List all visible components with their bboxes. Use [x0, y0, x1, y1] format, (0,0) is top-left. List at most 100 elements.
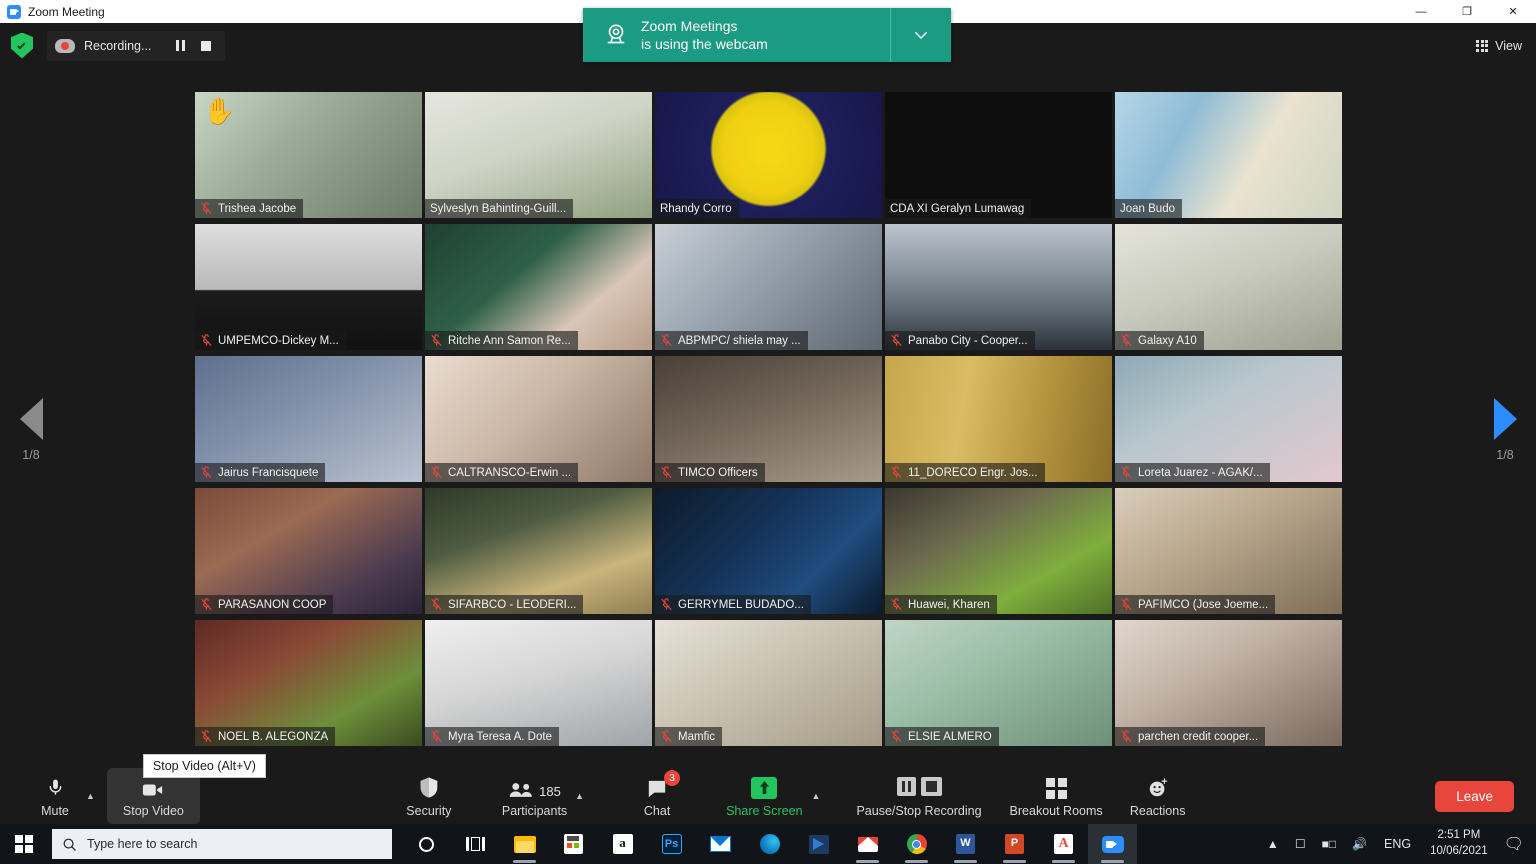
participant-tile[interactable]: Galaxy A10: [1115, 224, 1342, 350]
participant-tile[interactable]: Myra Teresa A. Dote: [425, 620, 652, 746]
next-page-control[interactable]: 1/8: [1477, 398, 1533, 462]
participant-tile[interactable]: ELSIE ALMERO: [885, 620, 1112, 746]
chevron-up-icon[interactable]: ▲: [1259, 837, 1287, 851]
participant-tile[interactable]: PAFIMCO (Jose Joeme...: [1115, 488, 1342, 614]
muted-microphone-icon: [660, 334, 673, 347]
chevron-left-icon: [19, 398, 43, 440]
participant-tile[interactable]: NOEL B. ALEGONZA: [195, 620, 422, 746]
participant-tile[interactable]: Panabo City - Cooper...: [885, 224, 1112, 350]
recording-controls-icons: [896, 775, 942, 799]
mute-button[interactable]: Mute: [26, 768, 84, 824]
camera-privacy-icon[interactable]: ☐: [1287, 837, 1314, 851]
participant-name: NOEL B. ALEGONZA: [218, 730, 329, 743]
participant-tile[interactable]: ABPMPC/ shiela may ...: [655, 224, 882, 350]
webcam-notification-toast[interactable]: Zoom Meetings is using the webcam: [583, 8, 951, 62]
amazon-icon[interactable]: a: [598, 824, 647, 864]
participant-tile[interactable]: parchen credit cooper...: [1115, 620, 1342, 746]
google-chrome-icon[interactable]: [892, 824, 941, 864]
breakout-grid-icon: [1045, 775, 1067, 799]
pause-icon[interactable]: [896, 777, 916, 796]
participant-tile[interactable]: SIFARBCO - LEODERI...: [425, 488, 652, 614]
close-button[interactable]: ✕: [1490, 0, 1536, 23]
participant-tile[interactable]: CDA XI Geralyn Lumawag: [885, 92, 1112, 218]
action-center-icon[interactable]: 🗨: [1498, 834, 1536, 854]
stop-recording-button[interactable]: [193, 31, 219, 61]
participant-name-bar: Rhandy Corro: [655, 199, 739, 218]
share-screen-button[interactable]: Share Screen: [726, 768, 803, 824]
clock[interactable]: 2:51 PM 10/06/2021: [1420, 828, 1498, 859]
participant-tile[interactable]: TIMCO Officers: [655, 356, 882, 482]
participant-tile[interactable]: Loreta Juarez - AGAK/...: [1115, 356, 1342, 482]
minimize-button[interactable]: —: [1398, 0, 1444, 23]
windows-start-icon[interactable]: [0, 824, 48, 864]
participant-tile[interactable]: 11_DORECO Engr. Jos...: [885, 356, 1112, 482]
view-label: View: [1495, 38, 1522, 53]
participant-name: CALTRANSCO-Erwin ...: [448, 466, 572, 479]
search-placeholder: Type here to search: [87, 837, 198, 851]
participant-name-bar: GERRYMEL BUDADO...: [655, 595, 811, 614]
mail-icon[interactable]: [696, 824, 745, 864]
pause-stop-recording-button[interactable]: Pause/Stop Recording: [856, 768, 982, 824]
security-button[interactable]: Security: [400, 768, 458, 824]
participant-tile[interactable]: Sylveslyn Bahinting-Guill...: [425, 92, 652, 218]
taskbar-app-list: a Ps W P A: [402, 824, 1137, 864]
pause-recording-button[interactable]: [167, 31, 193, 61]
participant-tile[interactable]: Mamfic: [655, 620, 882, 746]
participant-tile[interactable]: CALTRANSCO-Erwin ...: [425, 356, 652, 482]
participant-tile[interactable]: Jairus Francisquete: [195, 356, 422, 482]
participant-tile[interactable]: Joan Budo: [1115, 92, 1342, 218]
stop-video-button[interactable]: Stop Video Stop Video (Alt+V): [106, 754, 266, 824]
audio-control-group: Mute ▲: [26, 768, 95, 824]
muted-microphone-icon: [660, 598, 673, 611]
language-indicator[interactable]: ENG: [1375, 837, 1420, 851]
participant-tile[interactable]: PARASANON COOP: [195, 488, 422, 614]
audio-options-caret[interactable]: ▲: [86, 791, 95, 801]
powerpoint-icon[interactable]: P: [990, 824, 1039, 864]
battery-icon[interactable]: ■□: [1314, 837, 1345, 851]
stop-icon[interactable]: [920, 777, 942, 796]
photoshop-icon[interactable]: Ps: [647, 824, 696, 864]
reactions-button[interactable]: Reactions: [1129, 768, 1187, 824]
share-options-caret[interactable]: ▲: [812, 791, 821, 801]
participant-tile[interactable]: GERRYMEL BUDADO...: [655, 488, 882, 614]
volume-icon[interactable]: 🔊: [1344, 837, 1375, 851]
file-explorer-icon[interactable]: [500, 824, 549, 864]
participants-button[interactable]: 185 Participants: [502, 768, 567, 824]
vs-code-icon[interactable]: [794, 824, 843, 864]
maximize-button[interactable]: ❐: [1444, 0, 1490, 23]
cortana-icon[interactable]: [402, 824, 451, 864]
search-input[interactable]: Type here to search: [52, 829, 392, 859]
muted-microphone-icon: [890, 334, 903, 347]
chat-button[interactable]: 3 Chat: [628, 768, 686, 824]
page-indicator-right: 1/8: [1496, 448, 1514, 462]
muted-microphone-icon: [430, 466, 443, 479]
stop-icon: [201, 40, 212, 51]
microsoft-store-icon[interactable]: [549, 824, 598, 864]
toast-expand-button[interactable]: [891, 8, 951, 62]
participant-tile[interactable]: ✋ Trishea Jacobe: [195, 92, 422, 218]
participant-name: PARASANON COOP: [218, 598, 327, 611]
microsoft-word-icon[interactable]: W: [941, 824, 990, 864]
gmail-icon[interactable]: [843, 824, 892, 864]
shield-check-icon[interactable]: [11, 32, 33, 59]
participant-tile[interactable]: UMPEMCO-Dickey M...: [195, 224, 422, 350]
participant-tile[interactable]: Rhandy Corro: [655, 92, 882, 218]
muted-microphone-icon: [890, 598, 903, 611]
microsoft-edge-icon[interactable]: [745, 824, 794, 864]
participant-tile[interactable]: Ritche Ann Samon Re...: [425, 224, 652, 350]
participant-name: ABPMPC/ shiela may ...: [678, 334, 801, 347]
chat-bubble-icon: 3: [646, 769, 681, 799]
chat-label: Chat: [643, 803, 671, 818]
view-button[interactable]: View: [1476, 39, 1522, 53]
zoom-icon[interactable]: [1088, 824, 1137, 864]
participant-name-bar: Panabo City - Cooper...: [885, 331, 1035, 350]
participant-tile[interactable]: Huawei, Kharen: [885, 488, 1112, 614]
breakout-rooms-button[interactable]: Breakout Rooms: [1010, 768, 1103, 824]
share-screen-label: Share Screen: [726, 803, 803, 818]
leave-button[interactable]: Leave: [1435, 780, 1514, 812]
previous-page-control[interactable]: 1/8: [3, 398, 59, 462]
participant-name: TIMCO Officers: [678, 466, 758, 479]
participants-options-caret[interactable]: ▲: [575, 791, 584, 801]
adobe-reader-icon[interactable]: A: [1039, 824, 1088, 864]
task-view-icon[interactable]: [451, 824, 500, 864]
